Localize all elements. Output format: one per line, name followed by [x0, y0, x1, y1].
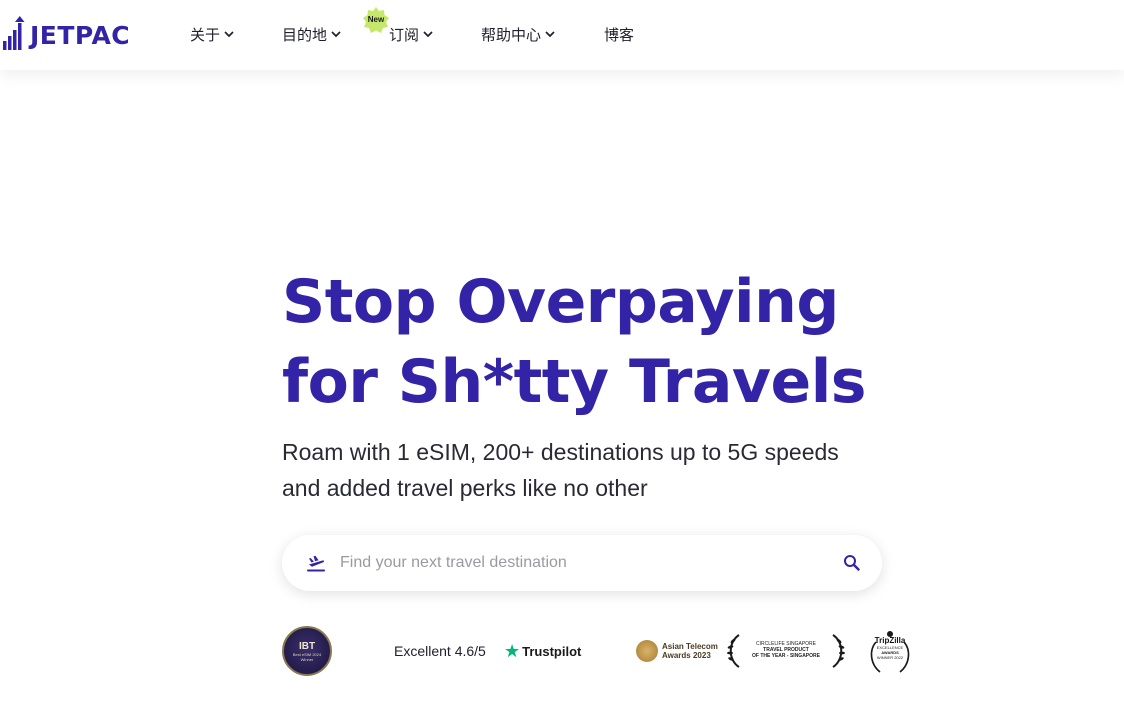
trustpilot-label: Trustpilot: [522, 643, 582, 659]
trustpilot-logo[interactable]: ★ Trustpilot: [504, 641, 582, 661]
nav-help-center-label: 帮助中心: [481, 25, 542, 44]
top-navbar: JETPAC 关于 目的地 New 订阅 帮助中心 博客: [0, 0, 1124, 70]
nav-destinations-label: 目的地: [282, 25, 328, 44]
chevron-down-icon: [331, 30, 341, 37]
nav-blog-label: 博客: [604, 25, 635, 44]
new-badge-label: New: [367, 15, 385, 24]
tripzilla-laurel-icon: [870, 631, 910, 673]
chevron-down-icon: [545, 30, 555, 37]
hero-subtitle: Roam with 1 eSIM, 200+ destinations up t…: [282, 434, 922, 506]
travel-product-award-badge: CIRCLELIFE SINGAPORE TRAVEL PRODUCT OF T…: [724, 632, 848, 670]
new-badge: New: [362, 6, 390, 34]
nav-subscription[interactable]: 订阅: [389, 22, 433, 46]
asian-telecom-line2: Awards 2023: [662, 651, 711, 660]
destination-search-bar[interactable]: [282, 535, 882, 591]
rating-text: Excellent 4.6/5: [394, 643, 486, 659]
hero-subtitle-line1: Roam with 1 eSIM, 200+ destinations up t…: [282, 439, 839, 465]
search-input[interactable]: [340, 549, 810, 577]
laurel-right-icon: [832, 634, 845, 668]
jetpac-logo[interactable]: JETPAC: [2, 15, 130, 51]
hero-title: Stop Overpaying for Sh*tty Travels: [282, 262, 982, 422]
chevron-down-icon: [224, 30, 234, 37]
hero-title-line2: for Sh*tty Travels: [282, 347, 866, 417]
nav-help-center[interactable]: 帮助中心: [481, 22, 555, 46]
hero-title-line1: Stop Overpaying: [282, 267, 839, 337]
nav-blog[interactable]: 博客: [604, 22, 634, 46]
award-line3: OF THE YEAR - SINGAPORE: [752, 653, 820, 659]
asian-telecom-award-badge: Asian Telecom Awards 2023: [636, 640, 718, 662]
asian-telecom-line1: Asian Telecom: [662, 642, 718, 651]
plane-departure-icon: [307, 555, 325, 572]
ibt-award-badge: IBT Best eSIM 2024 Winner: [282, 626, 332, 676]
trustpilot-star-icon: ★: [504, 641, 521, 661]
logo-bars-icon: [3, 16, 25, 50]
nav-about-label: 关于: [190, 25, 221, 44]
chevron-down-icon: [423, 30, 433, 37]
nav-subscription-label: 订阅: [389, 25, 420, 44]
tripzilla-award-badge: TripZilla EXCELLENCE AWARDS WINNER 2022: [866, 630, 914, 676]
nav-about[interactable]: 关于: [190, 22, 234, 46]
logo-text: JETPAC: [30, 21, 131, 50]
award-medal-icon: [636, 640, 658, 662]
nav-destinations[interactable]: 目的地: [282, 22, 341, 46]
ibt-badge-title: IBT: [298, 640, 316, 652]
ibt-badge-winner: Winner: [300, 656, 314, 662]
search-icon[interactable]: [842, 553, 862, 573]
laurel-left-icon: [727, 634, 740, 668]
hero-subtitle-line2: and added travel perks like no other: [282, 475, 648, 501]
trust-badges-row: IBT Best eSIM 2024 Winner Excellent 4.6/…: [282, 626, 922, 680]
